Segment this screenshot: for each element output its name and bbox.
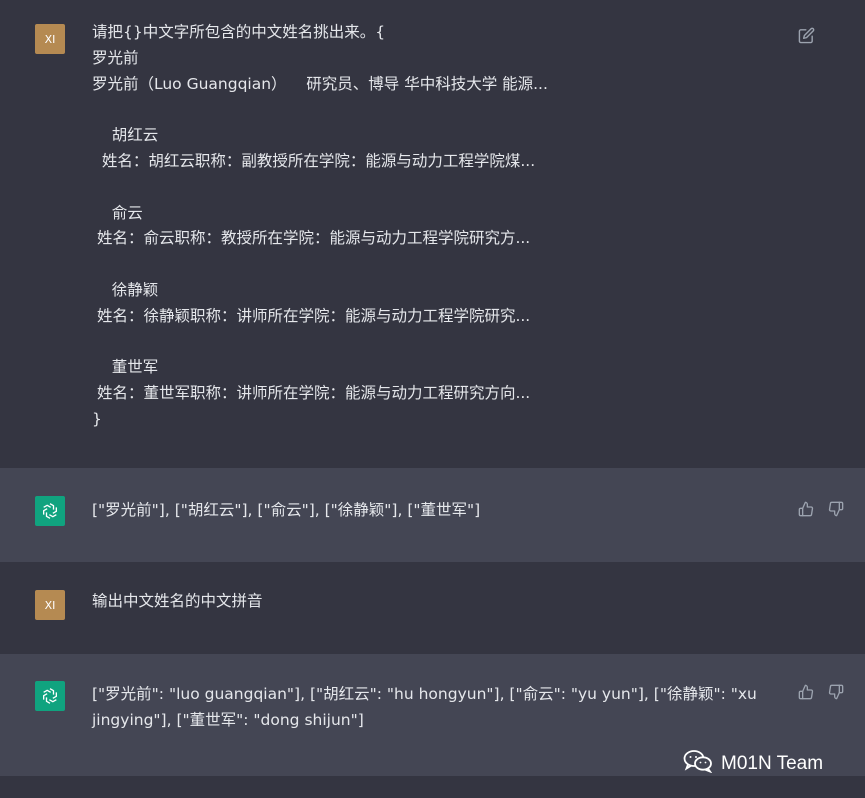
user-message-text: 输出中文姓名的中文拼音 bbox=[92, 592, 263, 610]
thumbs-up-icon[interactable] bbox=[797, 500, 815, 518]
thumbs-up-icon[interactable] bbox=[797, 683, 815, 701]
bottom-strip bbox=[0, 776, 865, 798]
assistant-message-1: ["罗光前"], ["胡红云"], ["俞云"], ["徐静颖"], ["董世军… bbox=[0, 468, 865, 562]
watermark-text: M01N Team bbox=[721, 753, 824, 774]
wechat-icon bbox=[683, 749, 713, 779]
user-avatar: XI bbox=[35, 24, 65, 54]
assistant-message-text: ["罗光前"], ["胡红云"], ["俞云"], ["徐静颖"], ["董世军… bbox=[92, 501, 481, 519]
user-message-1: XI 请把{}中文字所包含的中文姓名挑出来。{ 罗光前 罗光前（Luo Guan… bbox=[0, 0, 865, 468]
edit-icon[interactable] bbox=[797, 26, 815, 44]
user-message-2: XI 输出中文姓名的中文拼音 bbox=[0, 562, 865, 654]
openai-logo-icon bbox=[35, 496, 65, 526]
thumbs-down-icon[interactable] bbox=[827, 683, 845, 701]
user-avatar: XI bbox=[35, 590, 65, 620]
assistant-message-text: ["罗光前": "luo guangqian"], ["胡红云": "hu ho… bbox=[92, 685, 757, 729]
user-message-text: 请把{}中文字所包含的中文姓名挑出来。{ 罗光前 罗光前（Luo Guangqi… bbox=[92, 23, 548, 428]
thumbs-down-icon[interactable] bbox=[827, 500, 845, 518]
openai-logo-icon bbox=[35, 681, 65, 711]
watermark: M01N Team bbox=[683, 749, 823, 779]
